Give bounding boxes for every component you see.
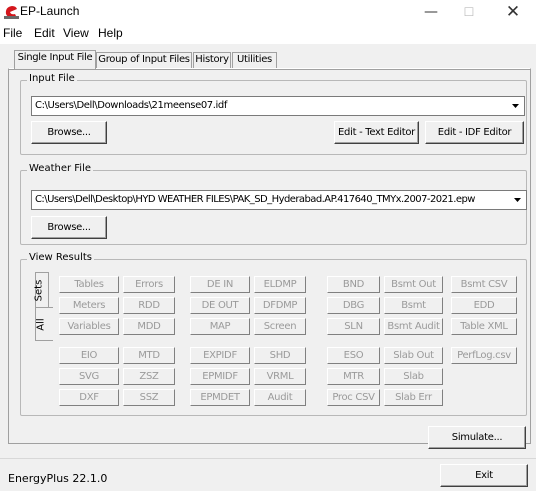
result-proc-csv-button[interactable]: Proc CSV [327, 389, 380, 406]
menu-help[interactable]: Help [98, 26, 123, 40]
result-tables-button[interactable]: Tables [59, 276, 119, 293]
edit-text-editor-button[interactable]: Edit - Text Editor [334, 121, 419, 144]
result-eio-button[interactable]: EIO [59, 347, 119, 364]
result-table-xml-button[interactable]: Table XML [451, 318, 517, 335]
result-dfdmp-button[interactable]: DFDMP [254, 297, 306, 314]
result-epmidf-button[interactable]: EPMIDF [190, 368, 250, 385]
result-epmdet-button[interactable]: EPMDET [190, 389, 250, 406]
result-rdd-button[interactable]: RDD [123, 297, 175, 314]
result-eso-button[interactable]: ESO [327, 347, 380, 364]
result-zsz-button[interactable]: ZSZ [123, 368, 175, 385]
weather-file-combo[interactable]: C:\Users\Dell\Desktop\HYD WEATHER FILES\… [31, 190, 527, 210]
menu-view[interactable]: View [63, 26, 89, 40]
result-meters-button[interactable]: Meters [59, 297, 119, 314]
result-svg-button[interactable]: SVG [59, 368, 119, 385]
side-tab-sets[interactable]: Sets [33, 272, 49, 308]
result-audit-button[interactable]: Audit [254, 389, 306, 406]
edit-idf-editor-button[interactable]: Edit - IDF Editor [425, 121, 524, 144]
result-slab-button[interactable]: Slab [384, 368, 443, 385]
maximize-button[interactable]: ☐ [452, 0, 486, 24]
result-shd-button[interactable]: SHD [254, 347, 306, 364]
status-divider [0, 458, 536, 459]
weather-file-label: Weather File [27, 163, 94, 175]
result-bsmt-button[interactable]: Bsmt [384, 297, 443, 314]
result-vrml-button[interactable]: VRML [254, 368, 306, 385]
dropdown-arrow-icon [512, 104, 519, 108]
input-file-label: Input File [27, 73, 77, 85]
minimize-button[interactable]: — [414, 0, 448, 24]
version-status: EnergyPlus 22.1.0 [8, 472, 108, 485]
result-screen-button[interactable]: Screen [254, 318, 306, 335]
result-mdd-button[interactable]: MDD [123, 318, 175, 335]
tab-history[interactable]: History [193, 52, 231, 68]
tab-group-of-input-files[interactable]: Group of Input Files [96, 52, 192, 68]
tab-utilities[interactable]: Utilities [232, 52, 277, 68]
weather-browse-button[interactable]: Browse... [31, 216, 107, 239]
result-dxf-button[interactable]: DXF [59, 389, 119, 406]
tab-single-input-file[interactable]: Single Input File [14, 50, 96, 69]
result-expidf-button[interactable]: EXPIDF [190, 347, 250, 364]
window-title: EP-Launch [20, 4, 80, 18]
side-tab-all[interactable]: All [35, 307, 53, 341]
result-errors-button[interactable]: Errors [123, 276, 175, 293]
result-bsmt-out-button[interactable]: Bsmt Out [384, 276, 443, 293]
input-file-path: C:\Users\Dell\Downloads\21meense07.idf [35, 100, 227, 111]
result-bsmt-csv-button[interactable]: Bsmt CSV [451, 276, 517, 293]
result-sln-button[interactable]: SLN [327, 318, 380, 335]
result-de-in-button[interactable]: DE IN [190, 276, 250, 293]
result-eldmp-button[interactable]: ELDMP [254, 276, 306, 293]
result-ssz-button[interactable]: SSZ [123, 389, 175, 406]
result-perflog-csv-button[interactable]: PerfLog.csv [451, 347, 517, 364]
result-mtr-button[interactable]: MTR [327, 368, 380, 385]
ep-launch-app-icon [4, 6, 19, 19]
dropdown-arrow-icon [514, 198, 521, 202]
weather-file-path: C:\Users\Dell\Desktop\HYD WEATHER FILES\… [35, 194, 475, 205]
result-slab-out-button[interactable]: Slab Out [384, 347, 443, 364]
side-tab-sets-label: Sets [33, 279, 45, 302]
view-results-label: View Results [27, 252, 95, 264]
simulate-button[interactable]: Simulate... [428, 426, 526, 449]
result-dbg-button[interactable]: DBG [327, 297, 380, 314]
result-map-button[interactable]: MAP [190, 318, 250, 335]
menu-file[interactable]: File [3, 26, 22, 40]
result-edd-button[interactable]: EDD [451, 297, 517, 314]
input-browse-button[interactable]: Browse... [31, 121, 107, 144]
input-file-combo[interactable]: C:\Users\Dell\Downloads\21meense07.idf [31, 96, 525, 116]
close-button[interactable]: ✕ [496, 0, 530, 24]
menu-edit[interactable]: Edit [34, 26, 55, 40]
result-de-out-button[interactable]: DE OUT [190, 297, 250, 314]
result-bnd-button[interactable]: BND [327, 276, 380, 293]
result-bsmt-audit-button[interactable]: Bsmt Audit [384, 318, 443, 335]
result-variables-button[interactable]: Variables [59, 318, 119, 335]
side-tab-all-label: All [35, 318, 47, 331]
exit-button[interactable]: Exit [440, 464, 528, 487]
result-slab-err-button[interactable]: Slab Err [384, 389, 443, 406]
result-mtd-button[interactable]: MTD [123, 347, 175, 364]
